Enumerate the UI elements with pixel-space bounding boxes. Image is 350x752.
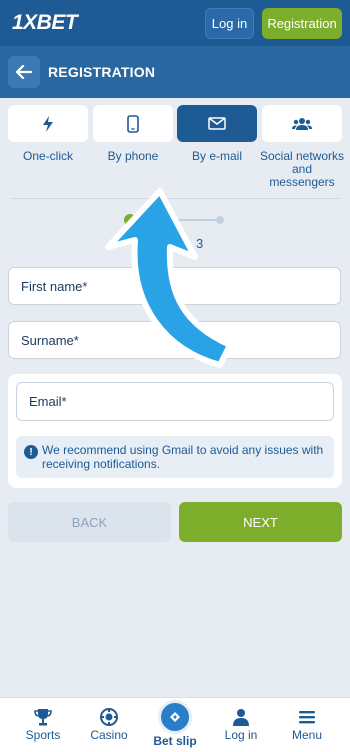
nav-label-sports: Sports <box>25 728 61 742</box>
registration-button[interactable]: Registration <box>262 8 342 39</box>
email-card: Email* ! We recommend using Gmail to avo… <box>8 374 342 488</box>
arrow-left-icon <box>16 65 32 79</box>
notice-text: We recommend using Gmail to avoid any is… <box>42 443 324 471</box>
nav-label-menu: Menu <box>291 728 323 742</box>
tab-one-click[interactable] <box>8 105 88 142</box>
next-button[interactable]: NEXT <box>179 502 342 542</box>
trophy-icon <box>34 709 52 726</box>
top-header: 1XBET Log in Registration <box>0 0 350 46</box>
nav-sports[interactable]: Sports <box>10 698 76 752</box>
nav-menu[interactable]: Menu <box>274 698 340 752</box>
ticket-icon <box>170 712 180 722</box>
phone-icon <box>127 114 139 133</box>
users-icon <box>292 117 312 130</box>
tab-by-phone[interactable] <box>93 105 173 142</box>
nav-casino[interactable]: Casino <box>76 698 142 752</box>
bet-slip-button[interactable] <box>158 700 192 734</box>
nav-label-bet-slip: Bet slip <box>153 734 197 748</box>
gmail-notice: ! We recommend using Gmail to avoid any … <box>16 436 334 478</box>
brand-logo[interactable]: 1XBET <box>12 11 78 35</box>
back-arrow-button[interactable] <box>8 56 40 88</box>
registration-header: REGISTRATION <box>0 46 350 98</box>
back-button[interactable]: BACK <box>8 502 171 542</box>
login-button[interactable]: Log in <box>205 8 254 39</box>
menu-icon <box>299 711 315 724</box>
tab-by-email[interactable] <box>177 105 257 142</box>
user-icon <box>233 709 249 726</box>
tab-label-by-phone: By phone <box>107 149 159 163</box>
tab-label-by-email: By e-mail <box>191 149 242 163</box>
nav-label-casino: Casino <box>90 728 128 742</box>
tab-label-one-click: One-click <box>22 149 73 163</box>
curved-arrow-icon <box>105 188 233 368</box>
page-title: REGISTRATION <box>48 64 156 80</box>
tab-social-networks[interactable] <box>262 105 342 142</box>
tab-label-social-networks: Social networks and messengers <box>259 149 345 189</box>
email-field[interactable]: Email* <box>16 382 334 421</box>
casino-chip-icon <box>100 708 118 726</box>
nav-label-login: Log in <box>224 728 258 742</box>
info-icon: ! <box>24 445 38 459</box>
envelope-icon <box>208 117 226 130</box>
lightning-icon <box>43 115 53 132</box>
nav-login[interactable]: Log in <box>208 698 274 752</box>
